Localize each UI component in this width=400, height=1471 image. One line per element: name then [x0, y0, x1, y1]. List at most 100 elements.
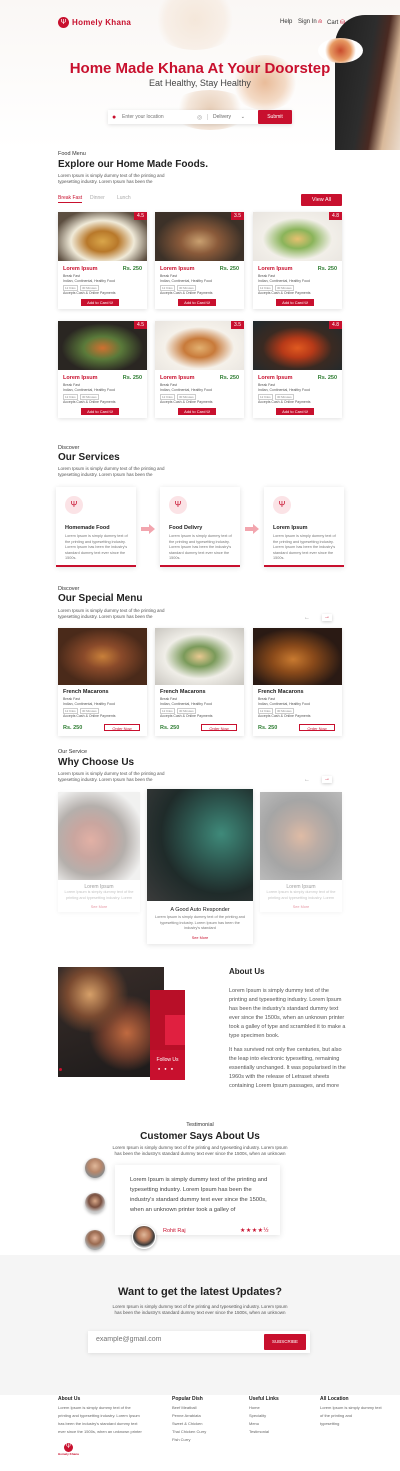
footer-dish-link[interactable]: Penne Arrabiata: [172, 1412, 206, 1420]
rating-badge: 3.5: [231, 321, 244, 329]
nav-cart-label: Cart: [327, 20, 339, 26]
add-to-cart-button[interactable]: Add to Card ⛁: [276, 299, 314, 306]
food-price: Rs. 250: [317, 266, 337, 272]
footer-link[interactable]: Testimonial: [249, 1428, 269, 1436]
fork-knife-icon: Ψ: [273, 496, 291, 514]
nav-signin-label: Sign In: [298, 19, 317, 25]
why-card-desc: Lorem Ipsum is simply dummy text of the …: [266, 890, 336, 900]
next-arrow-button[interactable]: →: [322, 776, 332, 783]
special-price: Rs. 250: [160, 725, 180, 731]
nav-cart-link[interactable]: Cart ⛁: [327, 19, 345, 26]
location-input[interactable]: [122, 114, 197, 120]
prev-arrow-button[interactable]: ←: [302, 777, 312, 784]
tab-lunch[interactable]: Lunch: [117, 195, 131, 201]
food-card[interactable]: 3.5 Lorem Ipsum Rs. 250 Break Fast Indian, C…: [155, 212, 244, 309]
next-arrow-button[interactable]: →: [322, 614, 332, 621]
footer-dish-link[interactable]: Fish Curry: [172, 1436, 206, 1444]
food-title: Lorem Ipsum: [258, 375, 293, 381]
food-category: Break Fast: [160, 697, 177, 701]
footer-location-text: Lorem Ipsum is simply dummy text of the …: [320, 1404, 382, 1428]
footer-location-line: of the printing and: [320, 1413, 353, 1418]
follow-us-label: Follow Us: [156, 1057, 179, 1063]
why-card-featured: A Good Auto Responder Lorem Ipsum is sim…: [147, 789, 253, 944]
footer-location-heading: All Location: [320, 1396, 349, 1402]
service-title: Lorem Ipsum: [273, 525, 308, 531]
see-more-link[interactable]: See More: [58, 905, 140, 909]
food-cuisine: Indian, Continental, Healthy Food: [160, 279, 212, 283]
footer-dish-link[interactable]: Beef Meatball: [172, 1404, 206, 1412]
nav-signin-link[interactable]: Sign In ⍝: [298, 19, 322, 26]
food-card[interactable]: 4.5 Lorem Ipsum Rs. 250 Break Fast Indian, C…: [58, 321, 147, 418]
footer-link[interactable]: Speciality: [249, 1412, 269, 1420]
footer-about-heading: About Us: [58, 1396, 81, 1402]
order-now-button[interactable]: Order Now: [299, 724, 335, 731]
order-now-button[interactable]: Order Now: [104, 724, 140, 731]
food-card[interactable]: 4.8 Lorem Ipsum Rs. 250 Break Fast Indian, C…: [253, 321, 342, 418]
rating-stars: ★★★★½: [240, 1228, 270, 1234]
add-to-cart-button[interactable]: Add to Card ⛁: [178, 299, 216, 306]
footer-location-line: Lorem Ipsum is simply dummy text: [320, 1405, 382, 1410]
see-more-link[interactable]: See More: [260, 905, 342, 909]
user-icon: ⍝: [318, 19, 322, 25]
food-card[interactable]: 4.5 Lorem Ipsum Rs. 250 Break Fast Indian, C…: [58, 212, 147, 309]
footer-link[interactable]: Menu: [249, 1420, 269, 1428]
payment-note: Accepts Cash & Online Payments: [258, 291, 311, 295]
delivery-select-value: Delivery: [213, 114, 232, 120]
payment-note: Accepts Cash & Online Payments: [258, 400, 311, 404]
food-card[interactable]: 3.5 Lorem Ipsum Rs. 250 Break Fast Indian, C…: [155, 321, 244, 418]
fork-knife-icon: Ψ: [63, 1443, 73, 1452]
instagram-icon[interactable]: ●: [171, 1066, 177, 1071]
add-to-cart-button[interactable]: Add to Card ⛁: [81, 299, 119, 306]
about-title: About Us: [229, 967, 265, 976]
footer-link[interactable]: Home: [249, 1404, 269, 1412]
add-to-cart-button[interactable]: Add to Card ⛁: [81, 408, 119, 415]
food-cuisine: Indian, Continental, Healthy Food: [63, 279, 115, 283]
food-category: Break Fast: [258, 274, 275, 278]
add-to-cart-button[interactable]: Add to Card ⛁: [178, 408, 216, 415]
why-card-title: A Good Auto Responder: [170, 907, 230, 913]
why-card-desc: Lorem Ipsum is simply dummy text of the …: [155, 915, 245, 930]
special-card[interactable]: French Macarons Break Fast Indian, Contine…: [58, 628, 147, 736]
food-cuisine: Indian, Continental, Healthy Food: [258, 279, 310, 283]
nav-help-link[interactable]: Help: [280, 19, 292, 25]
food-title: Lorem Ipsum: [258, 266, 293, 272]
view-all-button[interactable]: View All: [301, 194, 342, 206]
order-now-button[interactable]: Order Now: [201, 724, 237, 731]
special-title: Our Special Menu: [58, 593, 143, 604]
footer-about-line: ever since the 1500s, when an unknown pr…: [58, 1429, 142, 1434]
submit-button[interactable]: Submit: [258, 110, 292, 124]
footer-logo[interactable]: Ψ Homely Khana: [58, 1443, 79, 1456]
prev-arrow-button[interactable]: ←: [302, 615, 312, 622]
why-card-image: [260, 792, 342, 880]
special-card[interactable]: French Macarons Break Fast Indian, Contine…: [253, 628, 342, 736]
logo[interactable]: Ψ Homely Khana: [58, 17, 131, 28]
tab-dinner[interactable]: Dinner: [90, 195, 105, 201]
about-slider-dot[interactable]: [59, 1068, 62, 1071]
customer-avatar[interactable]: [85, 1158, 105, 1178]
customer-avatar[interactable]: [85, 1230, 105, 1250]
special-price: Rs. 250: [258, 725, 278, 731]
special-card[interactable]: French Macarons Break Fast Indian, Contine…: [155, 628, 244, 736]
see-more-link[interactable]: See More: [147, 936, 253, 940]
add-to-cart-button[interactable]: Add to Card ⛁: [276, 408, 314, 415]
locate-icon[interactable]: ◎: [197, 114, 207, 121]
food-title: Lorem Ipsum: [160, 375, 195, 381]
payment-note: Accepts Cash & Online Payments: [160, 291, 213, 295]
service-title: Homemade Food: [65, 525, 110, 531]
delivery-select[interactable]: Delivery ⌄: [207, 114, 245, 120]
special-image: [58, 628, 147, 685]
reviewer-avatar: [132, 1225, 156, 1249]
follow-us-box: Follow Us ●●●: [150, 1050, 185, 1080]
food-card[interactable]: 4.8 Lorem Ipsum Rs. 250 Break Fast Indian, C…: [253, 212, 342, 309]
footer-dish-link[interactable]: Sweet & Chicken: [172, 1420, 206, 1428]
rating-badge: 4.8: [329, 212, 342, 220]
food-price: Rs. 250: [219, 375, 239, 381]
subscribe-button[interactable]: SUBSCRIBE: [264, 1334, 306, 1350]
tab-breakfast[interactable]: Break Fast: [58, 195, 83, 203]
footer-about-line: printing and typesetting industry. Lorem…: [58, 1413, 140, 1418]
hero-title: Home Made Khana At Your Doorstep: [69, 60, 331, 77]
customer-avatar[interactable]: [85, 1193, 105, 1213]
email-input[interactable]: [96, 1336, 256, 1343]
payment-note: Accepts Cash & Online Payments: [160, 400, 213, 404]
footer-dish-link[interactable]: Thai Chicken Curry: [172, 1428, 206, 1436]
